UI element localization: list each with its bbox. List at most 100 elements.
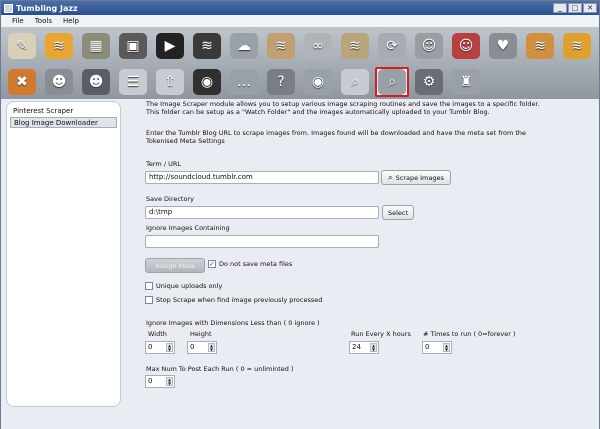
height-value: 0 bbox=[190, 343, 195, 351]
toolbar-button-eye-image[interactable]: ◉ bbox=[301, 67, 335, 97]
toolbar-button-user-add[interactable]: ☺ bbox=[412, 31, 446, 61]
toolbar-button-rss-text[interactable]: ≋ bbox=[42, 31, 76, 61]
no-meta-label: Do not save meta files bbox=[219, 260, 293, 268]
save-directory-input[interactable]: d:\tmp bbox=[145, 206, 379, 219]
link-rss-icon: ≋ bbox=[341, 33, 369, 59]
times-to-run-stepper[interactable]: 0 ▲ ▼ bbox=[422, 341, 452, 354]
no-meta-checkbox[interactable]: ✓ bbox=[208, 260, 216, 268]
toolbar-button-cloud-add[interactable]: ☁ bbox=[227, 31, 261, 61]
unique-uploads-checkbox[interactable] bbox=[145, 282, 153, 290]
robot-icon: ♜ bbox=[452, 69, 480, 95]
sidebar-item-blog-image-downloader[interactable]: Blog Image Downloader bbox=[10, 117, 117, 128]
max-posts-stepper[interactable]: 0 ▲ ▼ bbox=[145, 375, 175, 388]
chat-icon: … bbox=[230, 69, 258, 95]
user-remove-icon: ☺ bbox=[452, 33, 480, 59]
toolbar-button-heart[interactable]: ♥ bbox=[486, 31, 520, 61]
edit-post-icon: ✎ bbox=[8, 33, 36, 59]
rss-text-icon: ≋ bbox=[45, 33, 73, 59]
toolbar-button-robot[interactable]: ♜ bbox=[449, 67, 483, 97]
toolbar-button-list[interactable]: ☰ bbox=[116, 67, 150, 97]
status-bar bbox=[1, 417, 599, 429]
image-scraper-panel: The Image Scraper module allows you to s… bbox=[126, 99, 596, 409]
toolbar-button-photo-rss[interactable]: ▣ bbox=[116, 31, 150, 61]
dimensions-label: Ignore Images with Dimensions Less than … bbox=[146, 319, 320, 327]
term-url-input[interactable]: http://soundcloud.tumblr.com bbox=[145, 171, 379, 184]
heart-rss-icon: ≋ bbox=[526, 33, 554, 59]
spin-arrows-icon[interactable]: ▲ ▼ bbox=[208, 343, 215, 352]
cloud-add-icon: ☁ bbox=[230, 33, 258, 59]
toolbar-button-link[interactable]: ∞ bbox=[301, 31, 335, 61]
spin-arrows-icon[interactable]: ▲ ▼ bbox=[166, 377, 173, 386]
list-icon: ☰ bbox=[119, 69, 147, 95]
toolbar-button-help-chat[interactable]: ? bbox=[264, 67, 298, 97]
toolbar-button-settings-gear[interactable]: ⚙ bbox=[412, 67, 446, 97]
term-label: Term / URL bbox=[146, 160, 181, 168]
toolbar-button-chat[interactable]: … bbox=[227, 67, 261, 97]
image-scraper-icon: ⌕ bbox=[378, 69, 406, 95]
user-badge-icon: ☻ bbox=[82, 69, 110, 95]
spin-arrows-icon[interactable]: ▲ ▼ bbox=[370, 343, 377, 352]
toolbar-button-heart-rss[interactable]: ≋ bbox=[523, 31, 557, 61]
map-image-icon: ▦ bbox=[82, 33, 110, 59]
width-stepper[interactable]: 0 ▲ ▼ bbox=[145, 341, 175, 354]
icon-toolbar: ✎ ≋ ▦ ▣ ▶ ≋ ☁ ≋ ∞ ≋ ⟳ ☺ ☺ ♥ ≋ ≋ ✖ ☻ ☻ ☰ ⇧ ◉ …? ◉ ⌕ ⌕ ⚙ ♜ bbox=[1, 27, 599, 99]
save-directory-label: Save Directory bbox=[146, 195, 194, 203]
stop-scrape-label: Stop Scrape when find image previously p… bbox=[156, 296, 323, 304]
stop-scrape-checkbox[interactable] bbox=[145, 296, 153, 304]
heart-icon: ♥ bbox=[489, 33, 517, 59]
toolbar-button-upload[interactable]: ⇧ bbox=[153, 67, 187, 97]
toolbar-button-edit-post[interactable]: ✎ bbox=[5, 31, 39, 61]
spin-arrows-icon[interactable]: ▲ ▼ bbox=[166, 343, 173, 352]
eye-image-icon: ◉ bbox=[304, 69, 332, 95]
toolbar-button-user-remove[interactable]: ☺ bbox=[449, 31, 483, 61]
toolbar-button-wireless[interactable]: ◉ bbox=[190, 67, 224, 97]
title-bar: Tumbling Jazz _ □ ✕ bbox=[1, 1, 599, 15]
toolbar-button-video-rss[interactable]: ≋ bbox=[190, 31, 224, 61]
module-sidebar: Pinterest Scraper Blog Image Downloader bbox=[6, 101, 121, 407]
width-value: 0 bbox=[148, 343, 153, 351]
menu-bar: File Tools Help bbox=[1, 15, 599, 27]
select-button[interactable]: Select bbox=[382, 205, 414, 220]
scrape-images-label: Scrape Images bbox=[395, 173, 444, 182]
sidebar-item-pinterest-scraper[interactable]: Pinterest Scraper bbox=[10, 106, 117, 117]
video-clapper-icon: ▶ bbox=[156, 33, 184, 59]
menu-tools[interactable]: Tools bbox=[35, 17, 52, 25]
group-rss-icon: ≋ bbox=[563, 33, 591, 59]
toolbar-button-link-rss[interactable]: ≋ bbox=[338, 31, 372, 61]
toolbar-button-magnifier[interactable]: ⌕ bbox=[338, 67, 372, 97]
user-add-icon: ☺ bbox=[415, 33, 443, 59]
scrape-images-button[interactable]: ⌕ Scrape Images bbox=[381, 170, 451, 185]
toolbar-button-user-badge[interactable]: ☻ bbox=[79, 67, 113, 97]
help-chat-icon: ? bbox=[267, 69, 295, 95]
toolbar-button-recycle[interactable]: ⟳ bbox=[375, 31, 409, 61]
toolbar-button-video-clapper[interactable]: ▶ bbox=[153, 31, 187, 61]
menu-help[interactable]: Help bbox=[63, 17, 79, 25]
run-every-stepper[interactable]: 24 ▲ ▼ bbox=[349, 341, 379, 354]
close-button[interactable]: ✕ bbox=[583, 3, 597, 13]
toolbar-button-users-add[interactable]: ☻ bbox=[42, 67, 76, 97]
toolbar-button-image-scraper[interactable]: ⌕ bbox=[375, 67, 409, 97]
app-window: Tumbling Jazz _ □ ✕ File Tools Help ✎ ≋ ▦ ▣… bbox=[0, 0, 600, 429]
photo-rss-icon: ▣ bbox=[119, 33, 147, 59]
toolbar-button-map-image[interactable]: ▦ bbox=[79, 31, 113, 61]
maximize-button[interactable]: □ bbox=[568, 3, 582, 13]
ignore-label: Ignore Images Containing bbox=[146, 224, 230, 232]
times-to-run-value: 0 bbox=[425, 343, 430, 351]
height-label: Height bbox=[190, 330, 212, 338]
height-stepper[interactable]: 0 ▲ ▼ bbox=[187, 341, 217, 354]
minimize-button[interactable]: _ bbox=[553, 3, 567, 13]
unique-uploads-label: Unique uploads only bbox=[156, 282, 223, 290]
window-title: Tumbling Jazz bbox=[16, 3, 78, 13]
ignore-images-input[interactable] bbox=[145, 235, 379, 248]
app-icon bbox=[4, 3, 13, 13]
toolbar-button-delete[interactable]: ✖ bbox=[5, 67, 39, 97]
toolbar-button-group-rss[interactable]: ≋ bbox=[560, 31, 594, 61]
spin-arrows-icon[interactable]: ▲ ▼ bbox=[443, 343, 450, 352]
delete-icon: ✖ bbox=[8, 69, 36, 95]
cloud-rss-icon: ≋ bbox=[267, 33, 295, 59]
menu-file[interactable]: File bbox=[12, 17, 24, 25]
upload-icon: ⇧ bbox=[156, 69, 184, 95]
toolbar-button-cloud-rss[interactable]: ≋ bbox=[264, 31, 298, 61]
assign-meta-button[interactable]: Assign Meta bbox=[145, 258, 205, 273]
instruction-text: Enter the Tumblr Blog URL to scrape imag… bbox=[146, 129, 527, 145]
